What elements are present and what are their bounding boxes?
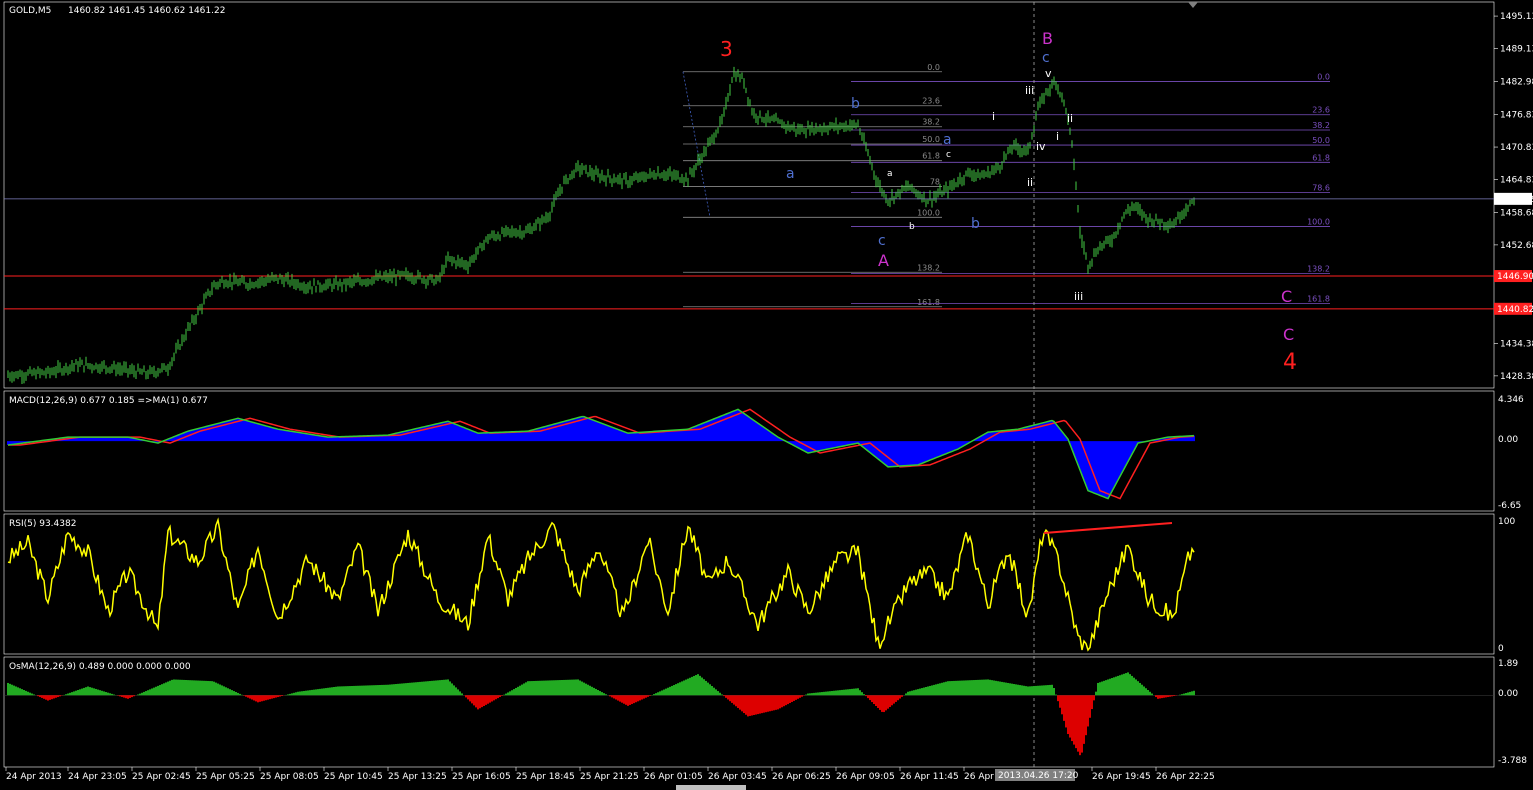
wave-label-small-c: c bbox=[946, 150, 951, 160]
wave-label-iv: iv bbox=[1036, 140, 1046, 153]
rsi-axis-top: 100 bbox=[1498, 517, 1515, 527]
fib-grey-label: 50.0 bbox=[922, 135, 940, 144]
wave-label-C-1: C bbox=[1281, 287, 1292, 306]
fib-grey-label: 100.0 bbox=[917, 208, 940, 217]
trading-chart[interactable]: GOLD,M5 1460.82 1461.45 1460.62 1461.22 … bbox=[0, 0, 1533, 790]
time-tick-label: 25 Apr 08:05 bbox=[260, 772, 319, 782]
osma-axis-top: 1.89 bbox=[1498, 659, 1518, 669]
wave-label-B: B bbox=[1042, 29, 1053, 48]
macd-label: MACD(12,26,9) 0.677 0.185 =>MA(1) 0.677 bbox=[9, 396, 208, 406]
time-tick-label: 25 Apr 18:45 bbox=[516, 772, 575, 782]
rsi-label: RSI(5) 93.4382 bbox=[9, 519, 76, 529]
rsi-panel[interactable] bbox=[3, 513, 1495, 655]
time-tick-label: 25 Apr 16:05 bbox=[452, 772, 511, 782]
fib-grey-label: 138.2 bbox=[917, 263, 940, 272]
time-tick-label: 25 Apr 10:45 bbox=[324, 772, 383, 782]
ohlc-label: 1460.82 1461.45 1460.62 1461.22 bbox=[68, 6, 225, 16]
fib-grey-label: 23.6 bbox=[922, 97, 940, 106]
wave-label-iii: iii bbox=[1025, 84, 1034, 97]
price-tick-label: 1428.38 bbox=[1500, 372, 1533, 382]
time-tick-label: 26 Apr 19:45 bbox=[1092, 772, 1151, 782]
macd-axis-bottom: -6.65 bbox=[1498, 501, 1521, 511]
osma-axis-zero: 0.00 bbox=[1498, 689, 1518, 699]
price-tick-label: 1495.13 bbox=[1500, 12, 1533, 22]
wave-label-4: 4 bbox=[1283, 350, 1297, 375]
support-price-label: 1446.90 bbox=[1497, 272, 1533, 282]
wave-label-small-b: b bbox=[909, 222, 915, 232]
fib-grey-label: 78 bbox=[930, 178, 940, 187]
wave-label-C-2: C bbox=[1283, 325, 1294, 344]
time-tick-label: 26 Apr 01:05 bbox=[644, 772, 703, 782]
fib-grey-label: 61.8 bbox=[922, 152, 940, 161]
macd-axis-zero: 0.00 bbox=[1498, 435, 1518, 445]
price-tick-label: 1434.38 bbox=[1500, 340, 1533, 350]
price-panel[interactable] bbox=[3, 1, 1495, 389]
wave-label-v: v bbox=[1045, 67, 1052, 80]
wave-label-ii: ii bbox=[1027, 176, 1033, 189]
fib-purple-label: 38.2 bbox=[1312, 121, 1330, 130]
wave-label-c-2: c bbox=[1042, 50, 1050, 66]
wave-label-b-1: b bbox=[851, 96, 860, 112]
wave-label-b-2: b bbox=[971, 216, 980, 232]
fib-grey-label: 38.2 bbox=[922, 118, 940, 127]
wave-label-a-2: a bbox=[943, 132, 952, 148]
current-price-label: 1461.22 bbox=[1497, 195, 1533, 205]
fib-grey-label: 161.8 bbox=[917, 298, 940, 307]
price-tick-label: 1489.13 bbox=[1500, 44, 1533, 54]
time-tick-label: 26 Apr 22:25 bbox=[1156, 772, 1215, 782]
symbol-label: GOLD,M5 bbox=[9, 6, 51, 16]
scrollbar-thumb[interactable] bbox=[676, 785, 746, 790]
fib-purple-label: 0.0 bbox=[1317, 73, 1330, 82]
macd-axis-top: 4.346 bbox=[1498, 395, 1524, 405]
wave-label-3: 3 bbox=[720, 37, 733, 61]
fib-grey-label: 0.0 bbox=[927, 63, 940, 72]
wave-label-small-a: a bbox=[887, 169, 893, 179]
time-tick-label: 25 Apr 13:25 bbox=[388, 772, 447, 782]
price-tick-label: 1452.68 bbox=[1500, 241, 1533, 251]
wave-label-ii-2: ii bbox=[1067, 112, 1073, 125]
osma-axis-bottom: -3.788 bbox=[1498, 756, 1527, 766]
price-tick-label: 1482.98 bbox=[1500, 78, 1533, 88]
time-tick-label: 25 Apr 02:45 bbox=[132, 772, 191, 782]
price-tick-label: 1464.83 bbox=[1500, 175, 1533, 185]
price-tick-label: 1458.68 bbox=[1500, 209, 1533, 219]
wave-label-iii-2: iii bbox=[1074, 290, 1083, 303]
fib-purple-label: 100.0 bbox=[1307, 217, 1330, 226]
support-price-label: 1440.82 bbox=[1497, 305, 1533, 315]
time-tick-label: 25 Apr 05:25 bbox=[196, 772, 255, 782]
fib-purple-label: 78.6 bbox=[1312, 183, 1330, 192]
price-tick-label: 1470.83 bbox=[1500, 143, 1533, 153]
time-tick-label: 26 Apr 11:45 bbox=[900, 772, 959, 782]
wave-label-A: A bbox=[878, 251, 889, 270]
price-tick-label: 1476.83 bbox=[1500, 111, 1533, 121]
time-tick-label: 24 Apr 23:05 bbox=[68, 772, 127, 782]
crosshair-time-label: 2013.04.26 17:20 bbox=[998, 771, 1079, 781]
fib-purple-label: 61.8 bbox=[1312, 153, 1330, 162]
wave-label-i: i bbox=[992, 110, 995, 123]
time-tick-label: 26 Apr 06:25 bbox=[772, 772, 831, 782]
time-tick-label: 24 Apr 2013 bbox=[6, 772, 62, 782]
osma-label: OsMA(12,26,9) 0.489 0.000 0.000 0.000 bbox=[9, 662, 191, 672]
time-tick-label: 25 Apr 21:25 bbox=[580, 772, 639, 782]
time-tick-label: 26 Apr 03:45 bbox=[708, 772, 767, 782]
time-tick-label: 26 Apr 09:05 bbox=[836, 772, 895, 782]
fib-purple-label: 50.0 bbox=[1312, 136, 1330, 145]
rsi-axis-bottom: 0 bbox=[1498, 644, 1504, 654]
time-tick-label: 26 Apr bbox=[964, 772, 994, 782]
wave-label-a-1: a bbox=[786, 166, 795, 182]
fib-purple-label: 23.6 bbox=[1312, 106, 1330, 115]
wave-label-c-1: c bbox=[878, 233, 886, 249]
wave-label-i-2: i bbox=[1056, 130, 1059, 143]
fib-purple-label: 161.8 bbox=[1307, 295, 1330, 304]
fib-purple-label: 138.2 bbox=[1307, 264, 1330, 273]
